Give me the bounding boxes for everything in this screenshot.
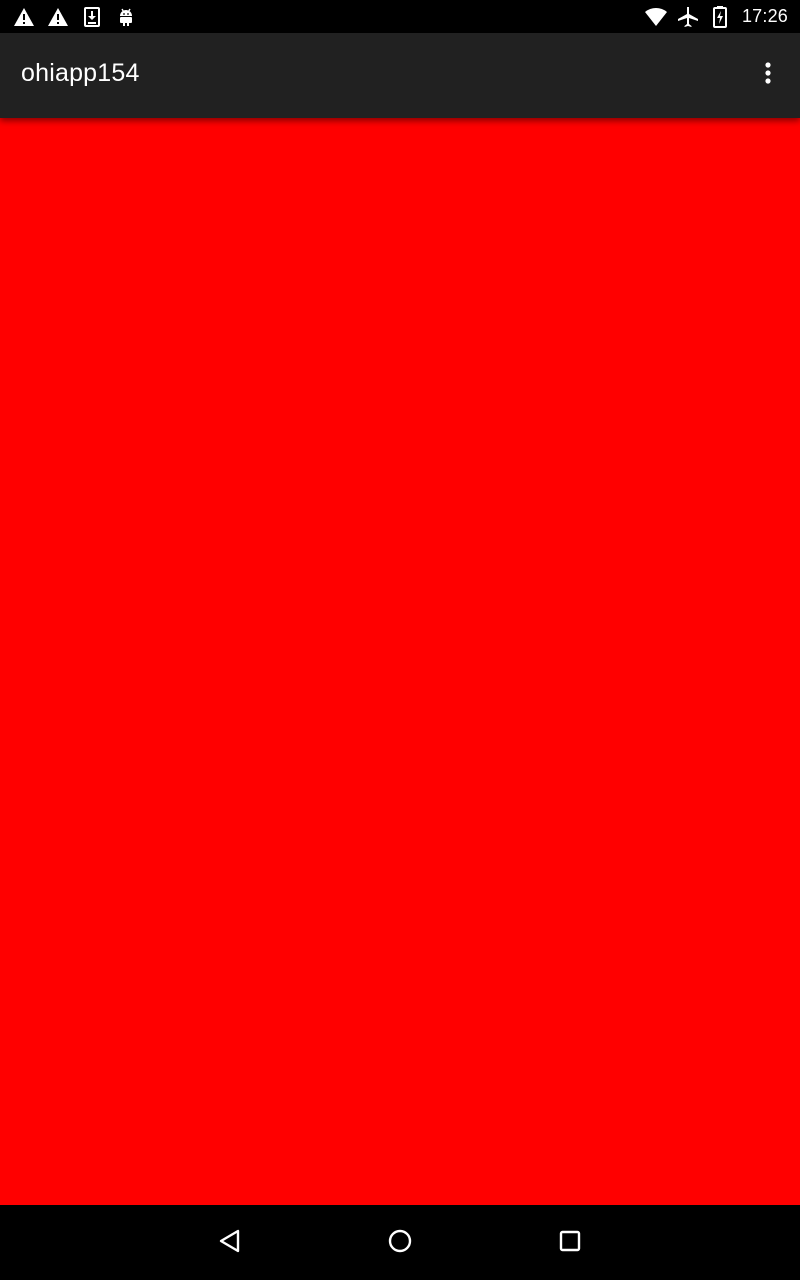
app-title: ohiapp154 xyxy=(21,59,140,87)
download-icon xyxy=(80,5,104,29)
android-icon xyxy=(114,5,138,29)
warning-icon xyxy=(12,5,36,29)
status-bar: 17:26 xyxy=(0,0,800,33)
back-icon xyxy=(217,1228,243,1258)
home-icon xyxy=(387,1228,413,1258)
navigation-bar xyxy=(0,1205,800,1280)
notification-icons xyxy=(12,5,138,29)
battery-charging-icon xyxy=(708,5,732,29)
back-button[interactable] xyxy=(212,1225,248,1261)
content-area xyxy=(0,118,800,1205)
airplane-mode-icon xyxy=(676,5,700,29)
recents-button[interactable] xyxy=(552,1225,588,1261)
wifi-icon xyxy=(644,5,668,29)
overflow-menu-button[interactable] xyxy=(752,59,784,91)
home-button[interactable] xyxy=(382,1225,418,1261)
status-clock: 17:26 xyxy=(741,6,788,26)
recents-icon xyxy=(557,1228,583,1258)
app-bar: ohiapp154 xyxy=(0,33,800,118)
more-vert-icon xyxy=(764,62,772,88)
warning-icon xyxy=(46,5,70,29)
device-screen: 17:26 ohiapp154 xyxy=(0,0,800,1280)
system-status-icons: 17:26 xyxy=(644,4,788,29)
